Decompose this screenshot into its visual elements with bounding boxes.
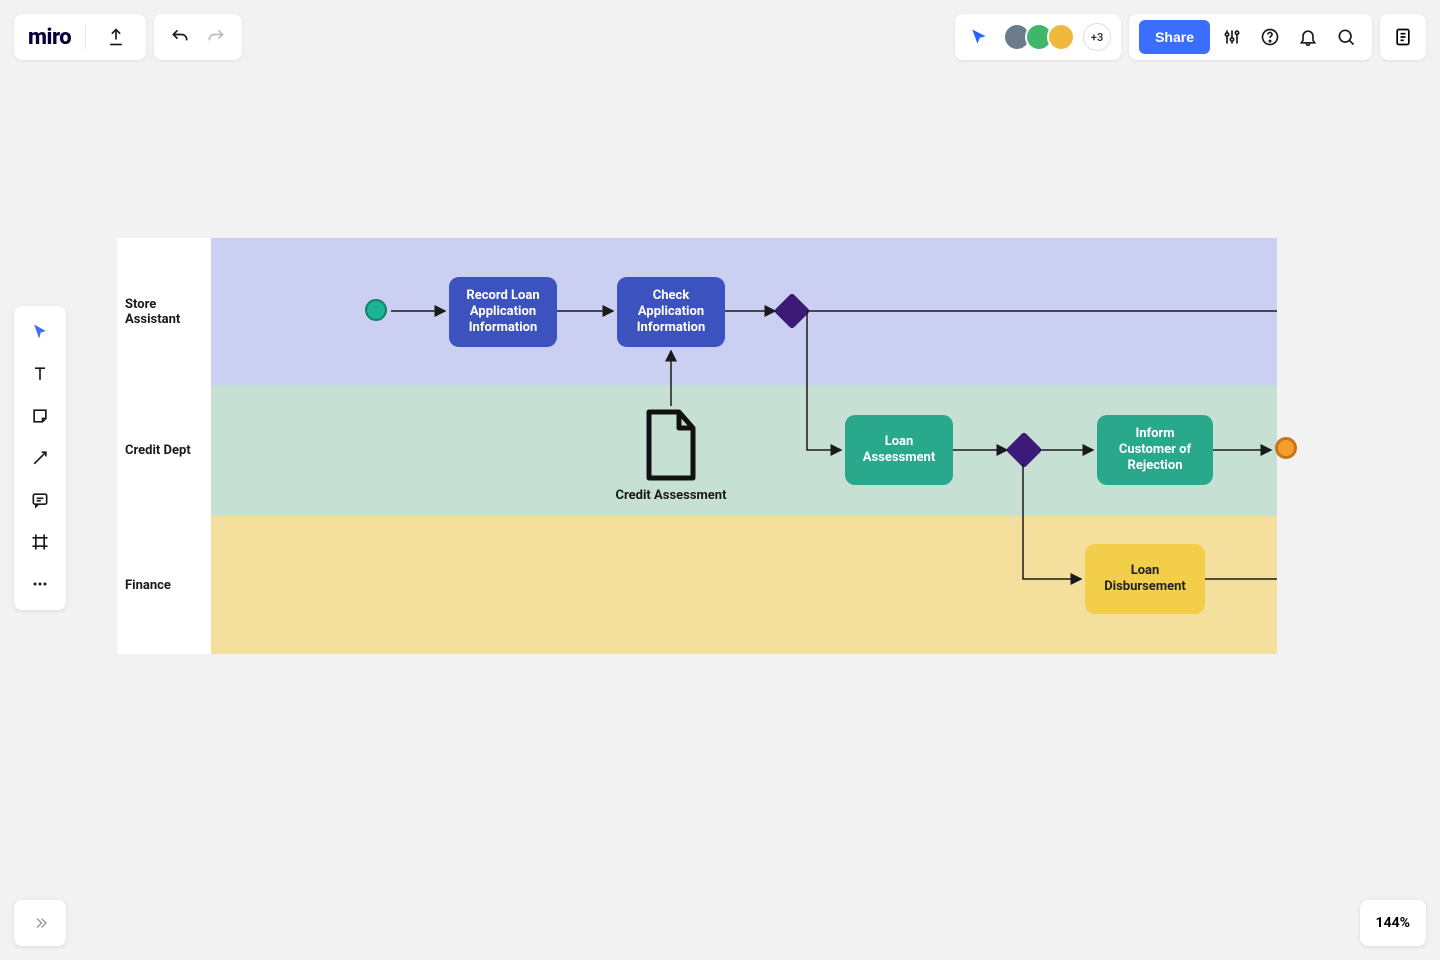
undo-redo-panel: [154, 14, 242, 60]
search-icon[interactable]: [1330, 21, 1362, 53]
select-tool[interactable]: [20, 312, 60, 352]
avatar-stack[interactable]: [1003, 23, 1075, 51]
notes-button[interactable]: [1380, 14, 1426, 60]
logo-panel: miro: [14, 14, 146, 60]
frame-tool[interactable]: [20, 522, 60, 562]
more-tools[interactable]: [20, 564, 60, 604]
avatar[interactable]: [1047, 23, 1075, 51]
export-icon[interactable]: [100, 21, 132, 53]
text-tool[interactable]: [20, 354, 60, 394]
app-logo[interactable]: miro: [28, 25, 71, 50]
redo-icon[interactable]: [200, 21, 232, 53]
swimlane-diagram[interactable]: Store Assistant Credit Dept Finance Reco…: [117, 238, 1277, 654]
avatar-overflow[interactable]: +3: [1083, 23, 1111, 51]
lane-label: Store Assistant: [117, 238, 211, 385]
lane-label: Finance: [117, 516, 211, 654]
document-label: Credit Assessment: [601, 488, 741, 503]
settings-icon[interactable]: [1216, 21, 1248, 53]
end-event[interactable]: [1275, 437, 1297, 459]
bell-icon[interactable]: [1292, 21, 1324, 53]
zoom-indicator[interactable]: 144%: [1360, 900, 1426, 946]
separator: [85, 25, 86, 49]
share-button[interactable]: Share: [1139, 20, 1210, 54]
document-icon[interactable]: [639, 406, 703, 484]
task-loan-assessment[interactable]: Loan Assessment: [845, 415, 953, 485]
tool-panel: [14, 306, 66, 610]
comment-tool[interactable]: [20, 480, 60, 520]
collaborators-panel: +3: [955, 14, 1121, 60]
task-check-application[interactable]: Check Application Information: [617, 277, 725, 347]
task-inform-rejection[interactable]: Inform Customer of Rejection: [1097, 415, 1213, 485]
sticky-tool[interactable]: [20, 396, 60, 436]
task-loan-disbursement[interactable]: Loan Disbursement: [1085, 544, 1205, 614]
line-tool[interactable]: [20, 438, 60, 478]
task-record-loan[interactable]: Record Loan Application Information: [449, 277, 557, 347]
lane-label: Credit Dept: [117, 385, 211, 516]
presence-icon[interactable]: [965, 23, 993, 51]
actions-panel: Share: [1129, 14, 1372, 60]
help-icon[interactable]: [1254, 21, 1286, 53]
start-event[interactable]: [365, 299, 387, 321]
undo-icon[interactable]: [164, 21, 196, 53]
expand-panel-button[interactable]: [14, 900, 66, 946]
